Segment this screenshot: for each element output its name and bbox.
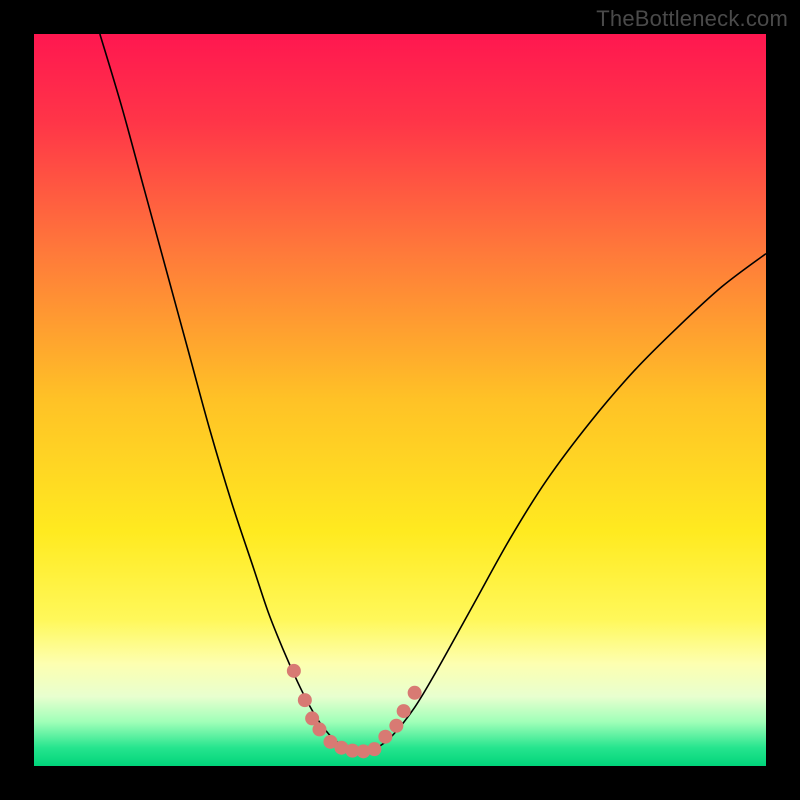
marker-dot [389, 719, 403, 733]
marker-dot [367, 742, 381, 756]
bottleneck-curve [100, 34, 766, 751]
marker-dot [312, 722, 326, 736]
marker-dot [408, 686, 422, 700]
watermark-text: TheBottleneck.com [596, 6, 788, 32]
chart-frame: TheBottleneck.com [0, 0, 800, 800]
marker-dot [397, 704, 411, 718]
marker-dot [287, 664, 301, 678]
curve-layer [34, 34, 766, 766]
marker-dot [298, 693, 312, 707]
marker-dots-group [287, 664, 422, 759]
plot-area [34, 34, 766, 766]
marker-dot [378, 730, 392, 744]
